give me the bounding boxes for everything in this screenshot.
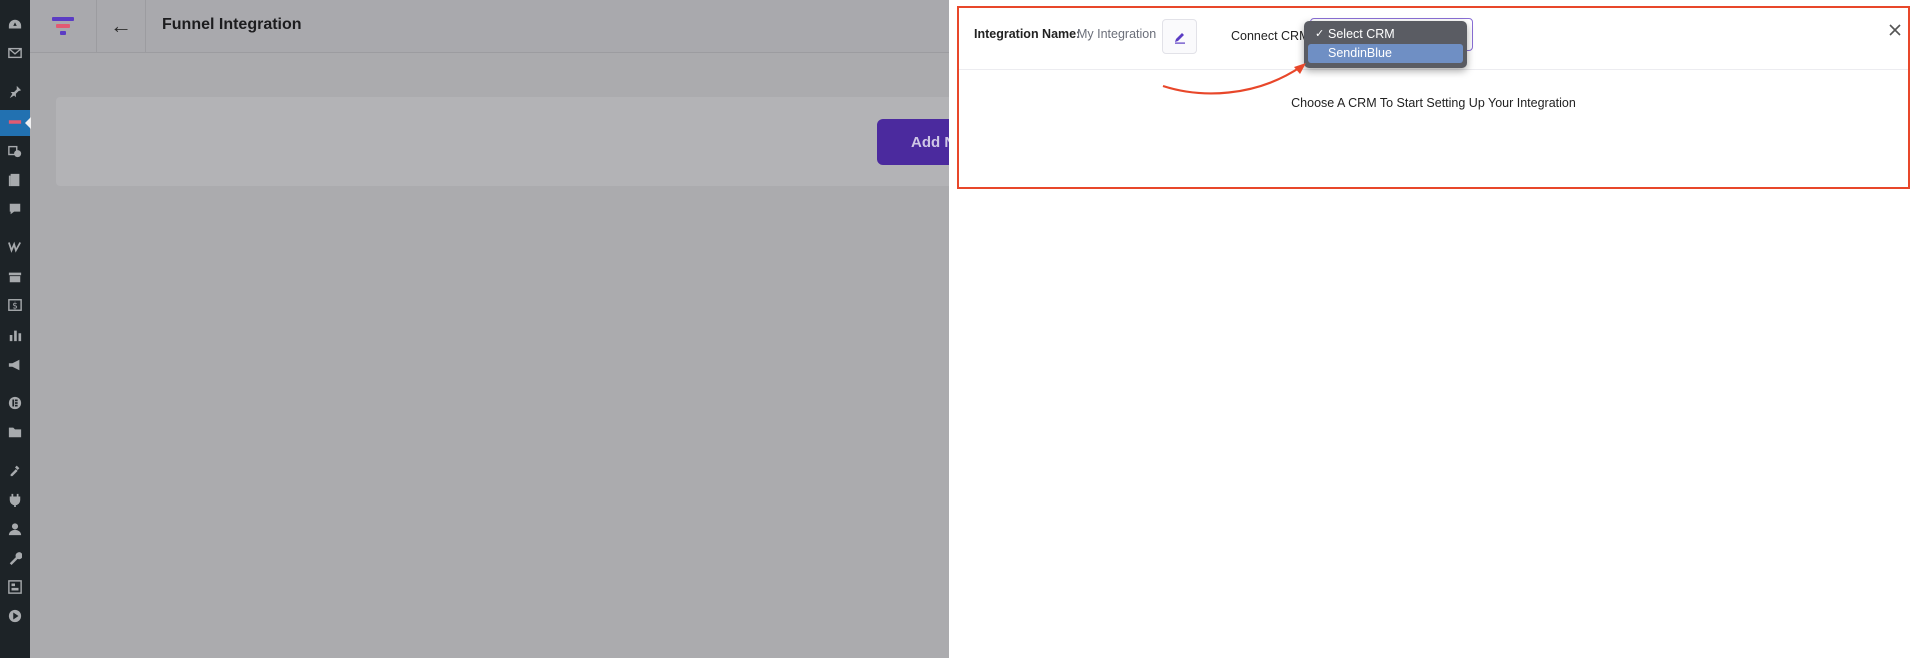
appearance-icon[interactable] — [7, 462, 23, 478]
elementor-icon[interactable] — [7, 395, 23, 411]
crm-option-label: SendinBlue — [1328, 46, 1392, 60]
pencil-icon — [1174, 32, 1185, 44]
back-button[interactable]: ← — [97, 0, 146, 52]
media-icon[interactable] — [7, 143, 23, 159]
media-player-icon[interactable] — [7, 608, 23, 624]
funnel-plugin-icon[interactable] — [7, 114, 23, 130]
crm-option-label: Select CRM — [1328, 27, 1395, 41]
comments-icon[interactable] — [7, 201, 23, 217]
plugin-logo[interactable] — [30, 0, 97, 52]
analytics-icon[interactable] — [7, 327, 23, 343]
settings-icon[interactable] — [7, 579, 23, 595]
checkmark-icon: ✓ — [1315, 28, 1325, 40]
arrow-left-icon: ← — [110, 13, 132, 38]
crm-option-select[interactable]: ✓ Select CRM — [1308, 25, 1463, 44]
users-icon[interactable] — [7, 521, 23, 537]
dashboard-icon[interactable] — [7, 17, 23, 33]
funnel-logo-icon — [52, 17, 74, 35]
active-menu-notch — [25, 117, 31, 129]
wp-admin-sidebar: $ — [0, 0, 31, 658]
woocommerce-icon[interactable] — [7, 238, 23, 254]
integration-name-value: My Integration — [1077, 27, 1157, 41]
choose-crm-hint: Choose A CRM To Start Setting Up Your In… — [1291, 96, 1576, 110]
tools-icon[interactable] — [7, 550, 23, 566]
drawer-divider — [959, 69, 1908, 70]
crm-option-sendinblue[interactable]: SendinBlue — [1308, 44, 1463, 63]
close-icon[interactable] — [1887, 22, 1903, 38]
templates-icon[interactable] — [7, 424, 23, 440]
pin-icon[interactable] — [7, 84, 23, 100]
page-title: Funnel Integration — [162, 16, 302, 33]
edit-name-button[interactable] — [1162, 19, 1197, 54]
payments-icon[interactable]: $ — [7, 297, 23, 313]
integration-name-label: Integration Name: — [974, 27, 1081, 41]
pages-icon[interactable] — [7, 172, 23, 188]
page-header: ← Funnel Integration — [30, 0, 950, 53]
content-card — [56, 97, 956, 186]
connect-crm-label: Connect CRM — [1231, 29, 1310, 43]
plugins-icon[interactable] — [7, 492, 23, 508]
mail-icon[interactable] — [7, 45, 23, 61]
svg-text:$: $ — [12, 302, 18, 312]
products-icon[interactable] — [7, 269, 23, 285]
crm-dropdown-menu: ✓ Select CRM SendinBlue — [1304, 21, 1467, 68]
marketing-icon[interactable] — [7, 357, 23, 373]
